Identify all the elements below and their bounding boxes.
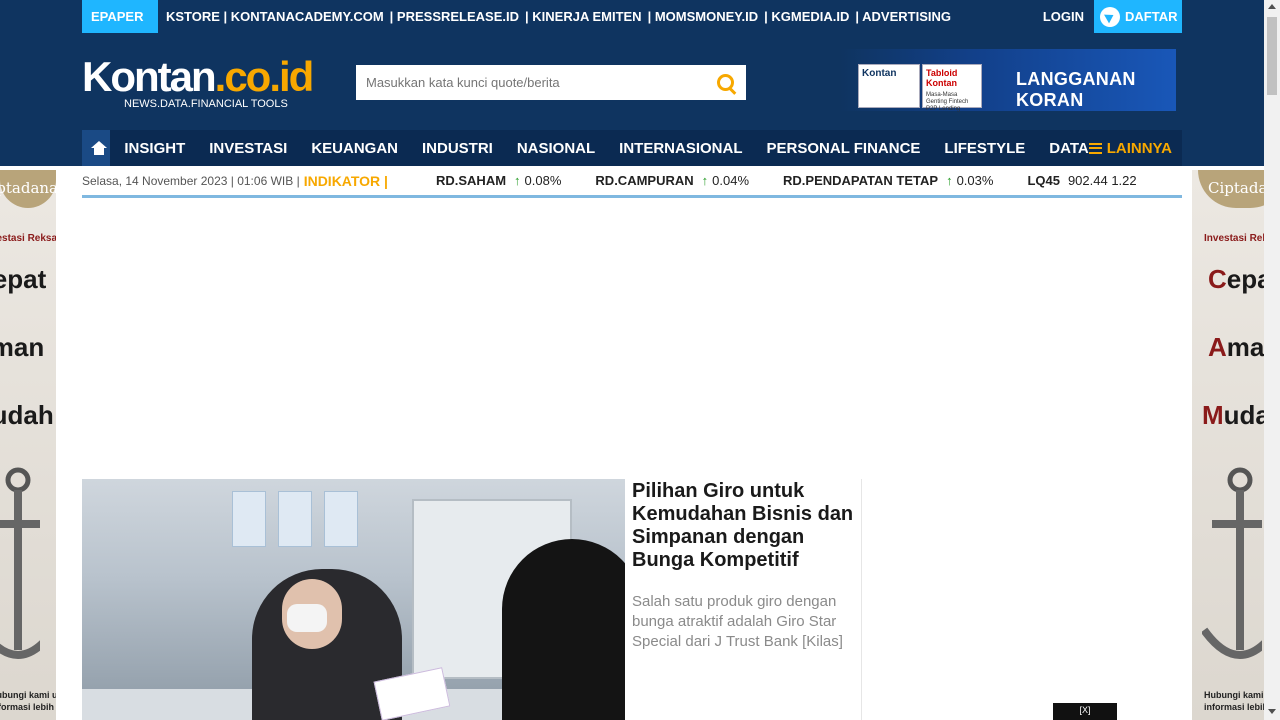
- current-date: Selasa, 14 November 2023 | 01:06 WIB |: [82, 173, 300, 188]
- ad-brand: Ciptadana: [0, 179, 56, 197]
- top-link-momsmoney[interactable]: | MOMSMONEY.ID: [648, 9, 759, 24]
- top-link-kstore[interactable]: KSTORE | KONTANACADEMY.COM: [166, 9, 384, 24]
- register-button[interactable]: DAFTAR: [1094, 0, 1182, 33]
- ad-word-3: Mudah: [0, 400, 54, 430]
- search-input[interactable]: [356, 66, 706, 99]
- logo-main: Kontan: [82, 53, 217, 100]
- ticker-item[interactable]: RD.PENDAPATAN TETAP ↑ 0.03%: [783, 173, 993, 188]
- column-divider: [861, 479, 862, 720]
- page: EPAPER KSTORE | KONTANACADEMY.COM | PRES…: [0, 0, 1280, 720]
- logo-tagline: NEWS.DATA.FINANCIAL TOOLS: [124, 98, 288, 110]
- home-icon[interactable]: [82, 130, 111, 166]
- ad-word-1: Cepat: [0, 264, 47, 294]
- ad-close-button[interactable]: [X]: [1053, 703, 1117, 720]
- logo-domain: .co.id: [214, 53, 315, 100]
- nav-investasi[interactable]: INVESTASI: [209, 140, 287, 157]
- ad-word-3: Mudah: [1202, 400, 1264, 430]
- nav-internasional[interactable]: INTERNASIONAL: [619, 140, 742, 157]
- top-link-advertising[interactable]: | ADVERTISING: [855, 9, 951, 24]
- nav-insight[interactable]: INSIGHT: [124, 140, 185, 157]
- login-link[interactable]: LOGIN: [1043, 9, 1084, 24]
- main-nav: INSIGHT INVESTASI KEUANGAN INDUSTRI NASI…: [0, 130, 1264, 166]
- nav-nasional[interactable]: NASIONAL: [517, 140, 595, 157]
- nav-data[interactable]: DATA: [1049, 140, 1088, 157]
- market-ticker: RD.SAHAM ↑ 0.08% RD.CAMPURAN ↑ 0.04% RD.PEND…: [436, 173, 1171, 188]
- ad-tagline: Investasi Reksa Dana: [0, 233, 56, 244]
- ad-footer: Hubungi kami untukinformasi lebih lanjut: [1204, 690, 1264, 712]
- arrow-up-icon: ↑: [514, 173, 521, 188]
- scrollbar-thumb[interactable]: [1267, 17, 1277, 95]
- scroll-down-arrow-icon[interactable]: [1268, 709, 1276, 714]
- left-skyscraper-ad[interactable]: Ciptadana Investasi Reksa Dana Cepat Ama…: [0, 170, 56, 720]
- ticker-item[interactable]: RD.CAMPURAN ↑ 0.04%: [595, 173, 749, 188]
- top-link-pressrelease[interactable]: | PRESSRELEASE.ID: [390, 9, 519, 24]
- article-photo[interactable]: [82, 479, 625, 720]
- ad-brand: Ciptadana: [1208, 179, 1264, 197]
- ad-word-1: Cepat: [1208, 264, 1264, 294]
- nav-industri[interactable]: INDUSTRI: [422, 140, 493, 157]
- arrow-up-icon: ↑: [701, 173, 709, 188]
- newspaper-image: Kontan: [858, 64, 920, 108]
- subscription-banner[interactable]: Kontan Tabloid Kontan Masa-Masa Genting …: [840, 49, 1176, 112]
- indikator-label: INDIKATOR |: [303, 172, 388, 189]
- nav-keuangan[interactable]: KEUANGAN: [311, 140, 398, 157]
- anchor-icon: [0, 467, 40, 659]
- cursor-icon: [1100, 6, 1120, 27]
- tabloid-image: Tabloid Kontan Masa-Masa Genting Fintech…: [922, 64, 982, 112]
- nav-more-label: LAINNYA: [1106, 139, 1172, 157]
- epaper-link[interactable]: EPAPER: [82, 0, 158, 33]
- right-skyscraper-ad[interactable]: Ciptadana Investasi Reksa Dana Cepat Ama…: [1192, 170, 1264, 720]
- ad-word-2: Aman: [0, 332, 45, 362]
- page-scrollbar[interactable]: [1264, 0, 1280, 720]
- ticker-item[interactable]: LQ45 902.44 1.22: [1027, 173, 1136, 188]
- scroll-up-arrow-icon[interactable]: [1268, 4, 1276, 9]
- nav-lifestyle[interactable]: LIFESTYLE: [944, 140, 1025, 157]
- ticker-item[interactable]: RD.SAHAM ↑ 0.08%: [436, 173, 561, 188]
- search-icon[interactable]: [706, 65, 746, 100]
- article-headline[interactable]: Pilihan Giro untuk Kemudahan Bisnis dan …: [632, 480, 857, 572]
- top-link-kinerja-emiten[interactable]: | KINERJA EMITEN: [525, 9, 642, 24]
- top-link-kgmedia[interactable]: | KGMEDIA.ID: [764, 9, 849, 24]
- ad-tagline: Investasi Reksa Dana: [1204, 233, 1264, 244]
- hamburger-icon: [1088, 142, 1102, 154]
- search-box: [356, 65, 746, 100]
- site-logo[interactable]: Kontan.co.id NEWS.DATA.FINANCIAL TOOLS: [82, 53, 315, 111]
- article-excerpt: Salah satu produk giro dengan bunga atra…: [632, 593, 843, 650]
- top-bar: EPAPER KSTORE | KONTANACADEMY.COM | PRES…: [0, 0, 1264, 33]
- date-ticker-bar: Selasa, 14 November 2023 | 01:06 WIB | I…: [82, 166, 1182, 198]
- ad-word-2: Aman: [1208, 332, 1264, 362]
- nav-more-button[interactable]: LAINNYA: [1088, 139, 1172, 157]
- register-label: DAFTAR: [1125, 9, 1178, 24]
- site-header: Kontan.co.id NEWS.DATA.FINANCIAL TOOLS K…: [0, 33, 1264, 130]
- ad-footer: Hubungi kami untukinformasi lebih lanjut: [0, 690, 56, 712]
- banner-label: LANGGANAN KORAN: [1016, 69, 1136, 110]
- anchor-icon: [1202, 467, 1262, 659]
- top-links: KSTORE | KONTANACADEMY.COM | PRESSRELEAS…: [166, 9, 957, 24]
- nav-personal-finance[interactable]: PERSONAL FINANCE: [767, 140, 921, 157]
- arrow-up-icon: ↑: [946, 173, 953, 188]
